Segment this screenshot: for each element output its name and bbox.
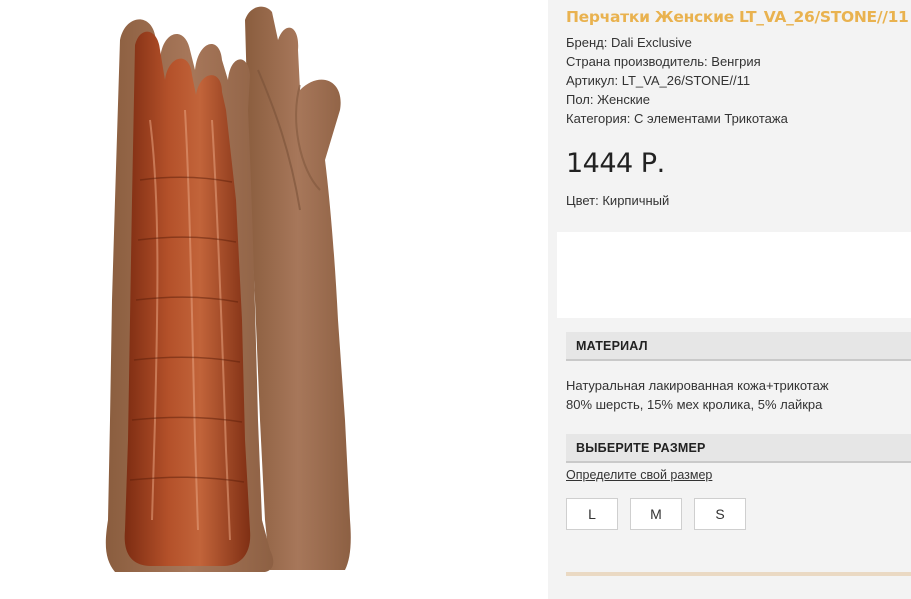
bottom-divider: [566, 572, 911, 576]
spec-brand: Бренд: Dali Exclusive: [566, 35, 692, 50]
material-heading: МАТЕРИАЛ: [576, 339, 648, 353]
size-heading: ВЫБЕРИТЕ РАЗМЕР: [576, 441, 706, 455]
spec-category: Категория: С элементами Трикотажа: [566, 111, 788, 126]
spec-country: Страна производитель: Венгрия: [566, 54, 761, 69]
product-color: Цвет: Кирпичный: [566, 193, 670, 208]
material-line-percentages: 80% шерсть, 15% мех кролика, 5% лайкра: [566, 397, 823, 412]
material-line-composition: Натуральная лакированная кожа+трикотаж: [566, 378, 829, 393]
size-section-header: ВЫБЕРИТЕ РАЗМЕР: [566, 434, 911, 463]
gloves-product-image: [105, 6, 351, 572]
size-button-l[interactable]: L: [566, 498, 618, 530]
product-price: 1444 Р.: [566, 148, 665, 179]
product-title: Перчатки Женские LT_VA_26/STONE//11: [566, 8, 909, 26]
spec-article: Артикул: LT_VA_26/STONE//11: [566, 73, 751, 88]
size-button-s[interactable]: S: [694, 498, 746, 530]
spec-gender: Пол: Женские: [566, 92, 651, 107]
size-guide-link[interactable]: Определите свой размер: [566, 468, 712, 482]
size-button-m[interactable]: M: [630, 498, 682, 530]
empty-content-box: [557, 232, 911, 318]
product-image[interactable]: [0, 0, 548, 575]
material-section-header: МАТЕРИАЛ: [566, 332, 911, 361]
